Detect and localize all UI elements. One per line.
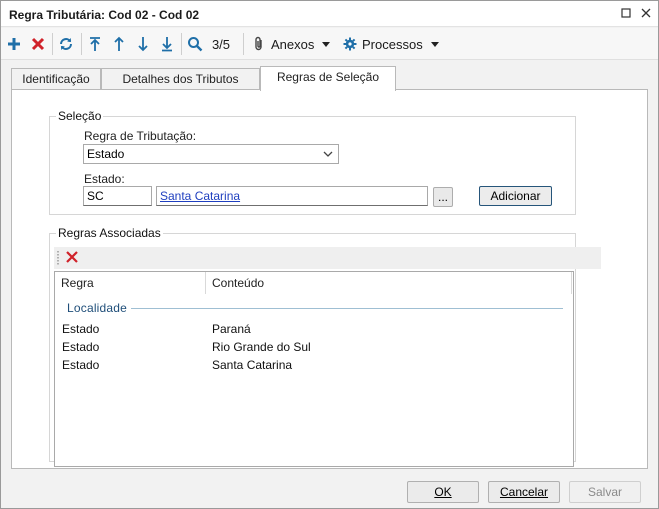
magnifier-icon — [188, 37, 203, 52]
state-name-field[interactable]: Santa Catarina — [156, 186, 428, 206]
search-button[interactable] — [186, 34, 204, 54]
tab-identificacao[interactable]: Identificação — [11, 68, 101, 90]
delete-button[interactable] — [30, 34, 46, 54]
previous-record-button[interactable] — [111, 34, 127, 54]
title-bar: Regra Tributária: Cod 02 - Cod 02 — [1, 1, 658, 27]
column-divider — [571, 272, 572, 294]
row-rule: Estado — [62, 358, 100, 372]
last-record-button[interactable] — [159, 34, 175, 54]
group-header-localidade[interactable]: Localidade — [67, 301, 132, 315]
refresh-button[interactable] — [57, 34, 75, 54]
refresh-icon — [60, 38, 72, 50]
save-button[interactable]: Salvar — [569, 481, 641, 503]
toolbar-divider — [243, 33, 244, 55]
toolbar-divider — [181, 33, 182, 55]
arrow-to-bottom-icon — [162, 37, 172, 52]
close-icon[interactable] — [638, 6, 654, 22]
row-content: Santa Catarina — [212, 358, 293, 372]
processes-menu[interactable]: Processos — [343, 34, 439, 54]
selection-legend: Seleção — [56, 109, 104, 123]
rule-select[interactable]: Estado — [83, 144, 339, 164]
next-record-button[interactable] — [135, 34, 151, 54]
cancel-button[interactable]: Cancelar — [488, 481, 560, 503]
record-position: 3/5 — [211, 36, 231, 52]
state-label: Estado: — [84, 172, 125, 186]
associated-toolbar — [54, 247, 601, 269]
attachments-label: Anexos — [271, 36, 315, 52]
column-header-conteudo[interactable]: Conteúdo — [206, 272, 571, 294]
state-name-link[interactable]: Santa Catarina — [160, 189, 240, 203]
tab-regras-de-selecao[interactable]: Regras de Seleção — [260, 66, 396, 91]
associated-legend: Regras Associadas — [56, 226, 163, 240]
state-lookup-button[interactable]: ... — [433, 187, 453, 207]
tab-panel: Seleção Regra de Tributação: Estado Esta… — [11, 89, 648, 469]
window-title: Regra Tributária: Cod 02 - Cod 02 — [9, 8, 200, 22]
rule-label: Regra de Tributação: — [84, 129, 197, 143]
toolbar: 3/5 Anexos Processos — [1, 28, 658, 60]
add-button[interactable] — [6, 34, 22, 54]
group-divider — [67, 308, 563, 309]
row-rule: Estado — [62, 340, 100, 354]
chevron-down-icon — [430, 41, 439, 47]
associated-rules-group: Regras Associadas Regra Conteúdo Localid… — [49, 226, 601, 467]
chevron-down-icon — [322, 41, 331, 47]
row-content: Paraná — [212, 322, 251, 336]
first-record-button[interactable] — [87, 34, 103, 54]
arrow-up-icon — [114, 36, 124, 51]
red-x-icon — [66, 251, 78, 263]
grip-icon — [57, 251, 59, 265]
rule-select-value: Estado — [87, 147, 125, 161]
toolbar-divider — [52, 33, 53, 55]
chevron-down-icon — [323, 151, 333, 157]
arrow-down-icon — [138, 37, 148, 52]
row-content: Rio Grande do Sul — [212, 340, 311, 354]
tab-detalhes-dos-tributos[interactable]: Detalhes dos Tributos — [101, 68, 260, 90]
arrow-to-top-icon — [90, 37, 100, 51]
selection-group: Seleção Regra de Tributação: Estado Esta… — [49, 109, 576, 215]
maximize-icon[interactable] — [618, 6, 634, 22]
delete-rule-button[interactable] — [65, 250, 81, 266]
processes-label: Processos — [362, 36, 423, 52]
add-rule-button[interactable]: Adicionar — [479, 186, 552, 206]
toolbar-divider — [81, 33, 82, 55]
paperclip-icon — [255, 36, 262, 51]
row-rule: Estado — [62, 322, 100, 336]
state-code-field[interactable]: SC — [83, 186, 152, 206]
gear-icon — [343, 37, 357, 51]
dialog-window: Regra Tributária: Cod 02 - Cod 02 3/5 An… — [0, 0, 659, 509]
associated-rules-list[interactable]: Regra Conteúdo Localidade Estado Paraná … — [54, 271, 574, 467]
column-header-regra[interactable]: Regra — [55, 272, 205, 294]
red-x-icon — [31, 37, 45, 51]
attachments-menu[interactable]: Anexos — [253, 34, 333, 54]
ok-button[interactable]: OK — [407, 481, 479, 503]
plus-icon — [8, 38, 20, 50]
